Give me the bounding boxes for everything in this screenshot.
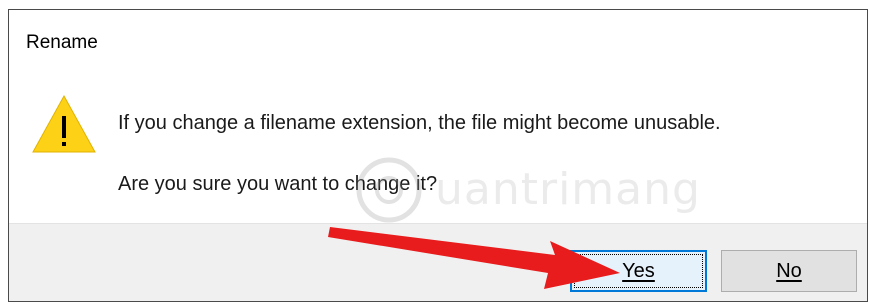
- confirm-question: Are you sure you want to change it?: [118, 173, 438, 195]
- dialog-title: Rename: [26, 32, 98, 53]
- no-button[interactable]: No: [721, 250, 857, 292]
- warning-message: If you change a filename extension, the …: [118, 112, 721, 134]
- dialog-footer: Yes No: [9, 223, 867, 301]
- no-button-label: No: [776, 259, 802, 282]
- watermark-text: uantrimang: [435, 164, 701, 215]
- focus-ring: [574, 254, 703, 288]
- rename-dialog: Rename If you change a filename extensio…: [8, 9, 868, 302]
- yes-button[interactable]: Yes: [570, 250, 707, 292]
- warning-icon: [32, 94, 96, 153]
